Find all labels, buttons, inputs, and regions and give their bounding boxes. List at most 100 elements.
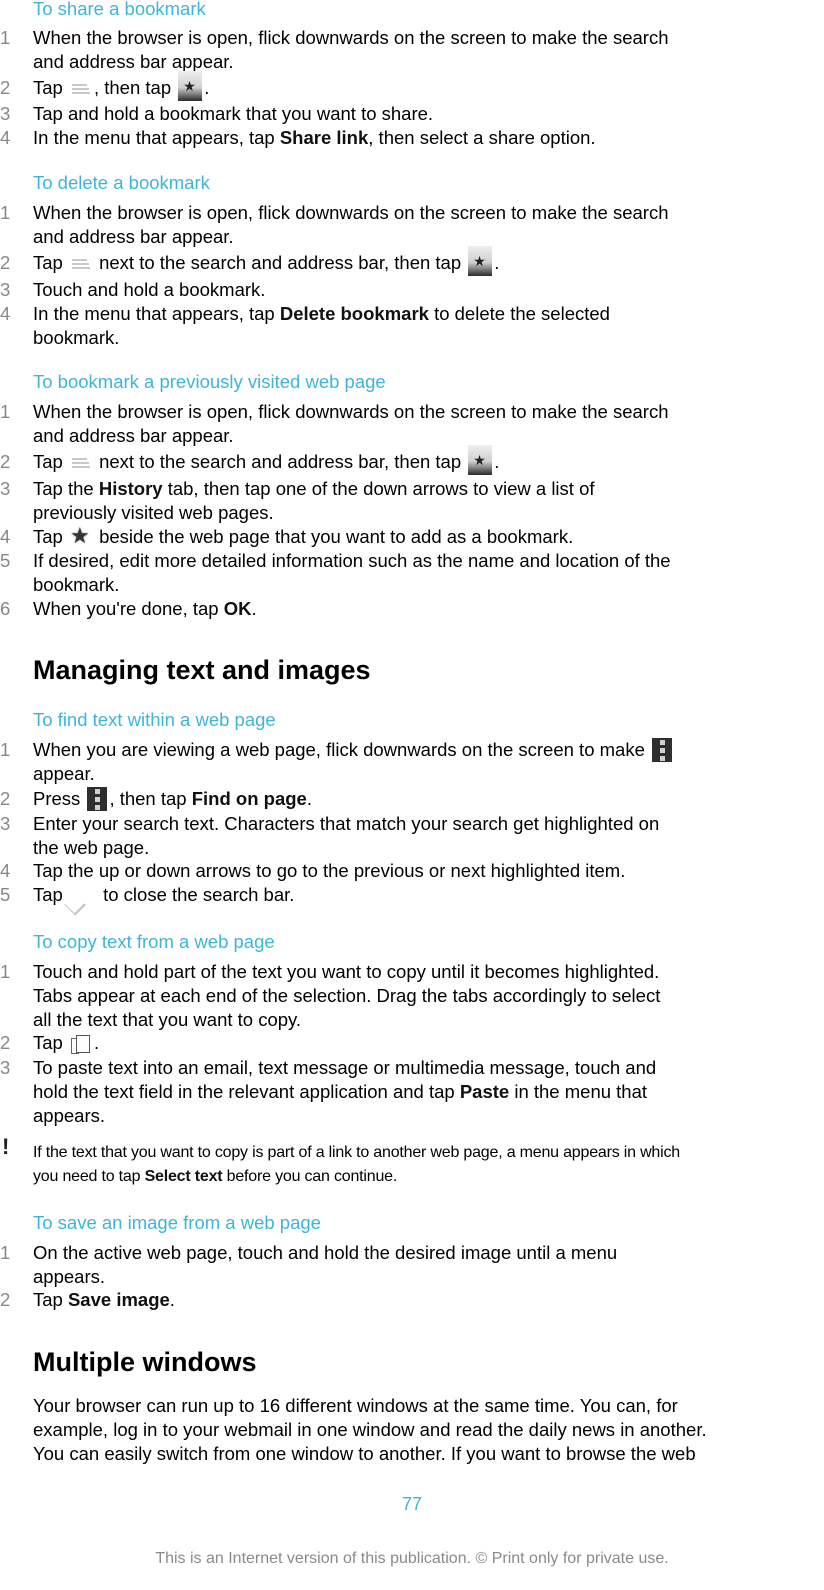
heading-copy-text: To copy text from a web page [33, 931, 275, 952]
step-text: bookmark. [33, 327, 120, 348]
step-text: next to the search and address bar, then… [93, 451, 467, 472]
step-text: If desired, edit more detailed informati… [33, 550, 671, 571]
ui-term-delete-bookmark: Delete bookmark [279, 303, 429, 324]
step-text: to close the search bar. [97, 884, 295, 905]
step-text: Touch and hold part of the text you want… [33, 961, 660, 982]
step-number: 1 [0, 739, 11, 760]
heading-managing-text-images: Managing text and images [33, 655, 371, 685]
step-number: 2 [0, 451, 11, 472]
step-text: When the browser is open, flick downward… [33, 202, 669, 223]
step-number: 3 [0, 279, 11, 300]
step-text: appears. [33, 1105, 105, 1126]
step-number: 1 [0, 27, 11, 48]
heading-delete-bookmark: To delete a bookmark [33, 172, 210, 193]
step-text: in the menu that [509, 1081, 648, 1102]
note-text: If the text that you want to copy is par… [33, 1141, 680, 1189]
step-number: 6 [0, 598, 11, 619]
menu-lines-icon [70, 256, 92, 272]
step-text: Tap [33, 1032, 68, 1053]
step-text: appear. [33, 763, 95, 784]
step-number: 5 [0, 550, 11, 571]
step-text: beside the web page that you want to add… [93, 526, 574, 547]
step-text: . [494, 252, 500, 273]
step-text: In the menu that appears, tap [33, 127, 280, 148]
page-number: 77 [401, 1494, 423, 1514]
step-number: 4 [0, 526, 11, 547]
step-number: 3 [0, 813, 11, 834]
step-text: bookmark. [33, 574, 120, 595]
step-text: . [169, 1289, 175, 1310]
checkmark-icon [71, 888, 95, 904]
step-text: all the text that you want to copy. [33, 1009, 302, 1030]
step-text: When the browser is open, flick downward… [33, 401, 669, 422]
step-number: 1 [0, 961, 11, 982]
step-text: . [251, 598, 257, 619]
body-paragraph: Your browser can run up to 16 different … [33, 1394, 707, 1466]
heading-bookmark-history: To bookmark a previously visited web pag… [33, 371, 386, 392]
step-text: To paste text into an email, text messag… [33, 1057, 657, 1078]
step-text: . [494, 451, 500, 472]
step-number: 2 [0, 1289, 11, 1310]
step-number: 3 [0, 478, 11, 499]
step-text: hold the text field in the relevant appl… [33, 1081, 460, 1102]
paragraph-line: You can easily switch from one window to… [33, 1443, 696, 1464]
step-text: . [204, 77, 210, 98]
paragraph-line: Your browser can run up to 16 different … [33, 1395, 678, 1416]
step-number: 2 [0, 788, 11, 809]
bookmarks-star-icon [178, 71, 203, 102]
step-number: 1 [0, 1242, 11, 1263]
step-number: 1 [0, 401, 11, 422]
copy-icon [70, 1034, 92, 1055]
step-text: Tap the [33, 478, 99, 499]
ui-term-paste: Paste [459, 1081, 510, 1102]
step-text: Enter your search text. Characters that … [33, 813, 660, 834]
step-text: Touch and hold a bookmark. [33, 279, 266, 300]
menu-lines-icon [70, 455, 92, 471]
menu-lines-icon [70, 81, 92, 97]
ui-term-select-text: Select text [144, 1168, 223, 1185]
step-text: Tabs appear at each end of the selection… [33, 985, 661, 1006]
step-number: 2 [0, 252, 11, 273]
step-text: When you're done, tap [33, 598, 224, 619]
step-text: In the menu that appears, tap [33, 303, 280, 324]
ui-term-save-image: Save image [67, 1289, 170, 1310]
step-text: and address bar appear. [33, 51, 234, 72]
step-text: , then select a share option. [368, 127, 596, 148]
step-text: Tap [33, 451, 68, 472]
bookmarks-star-icon [468, 445, 493, 476]
paragraph-line: example, log in to your webmail in one w… [33, 1419, 707, 1440]
step-number: 3 [0, 103, 11, 124]
ui-term-ok: OK [223, 598, 252, 619]
step-number: 4 [0, 303, 11, 324]
step-text: On the active web page, touch and hold t… [33, 1242, 618, 1263]
step-text: . [306, 788, 312, 809]
step-text: . [93, 1032, 100, 1053]
step-text: Tap [33, 252, 68, 273]
step-number: 5 [0, 884, 11, 905]
heading-save-image: To save an image from a web page [33, 1212, 321, 1233]
step-number: 1 [0, 202, 11, 223]
step-text: Tap [33, 884, 68, 905]
step-text: previously visited web pages. [33, 502, 274, 523]
footer-notice: This is an Internet version of this publ… [155, 1550, 669, 1567]
step-number: 4 [0, 860, 11, 881]
step-text: the web page. [33, 837, 150, 858]
step-text: and address bar appear. [33, 425, 234, 446]
ui-term-find-on-page: Find on page [191, 788, 307, 809]
step-text: Tap and hold a bookmark that you want to… [33, 103, 434, 124]
heading-multiple-windows: Multiple windows [33, 1347, 257, 1377]
step-text: When the browser is open, flick downward… [33, 27, 669, 48]
note-line: you need to tap [33, 1168, 145, 1185]
step-text: , then tap [93, 77, 177, 98]
step-text: , then tap [109, 788, 192, 809]
add-bookmark-star-icon [70, 524, 92, 549]
step-text: Tap the up or down arrows to go to the p… [33, 860, 626, 881]
note-line: If the text that you want to copy is par… [33, 1144, 680, 1161]
heading-find-text: To find text within a web page [33, 709, 276, 730]
step-text: Tap [33, 77, 68, 98]
step-text: Tap [33, 526, 68, 547]
step-text: Press [33, 788, 86, 809]
step-number: 2 [0, 77, 11, 98]
exclamation-icon: ! [2, 1134, 10, 1159]
step-text: When you are viewing a web page, flick d… [33, 739, 650, 760]
